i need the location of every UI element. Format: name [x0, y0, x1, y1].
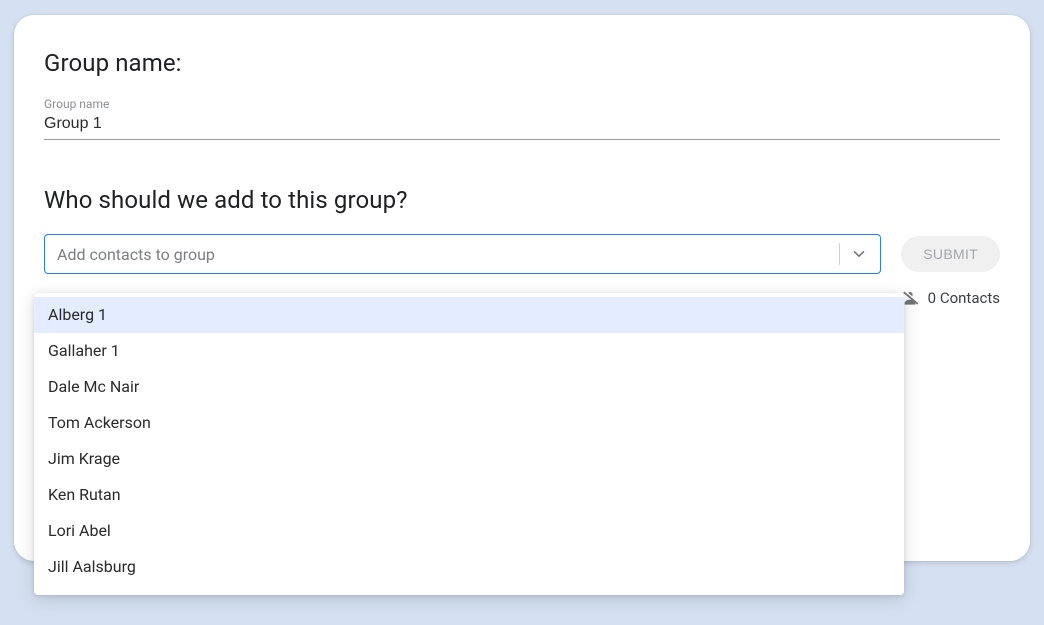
dropdown-option[interactable]: Sherry Ackerman [34, 585, 904, 595]
dropdown-option[interactable]: Dale Mc Nair [34, 369, 904, 405]
chevron-down-icon[interactable] [850, 245, 868, 263]
contacts-select-placeholder: Add contacts to group [57, 245, 835, 264]
submit-button[interactable]: SUBMIT [901, 236, 1000, 272]
select-divider [839, 243, 840, 265]
contacts-count: 0 Contacts [928, 289, 1000, 307]
dropdown-option[interactable]: Jim Krage [34, 441, 904, 477]
dropdown-option[interactable]: Tom Ackerson [34, 405, 904, 441]
select-row: Add contacts to group SUBMIT [44, 234, 1000, 274]
dropdown-option[interactable]: Lori Abel [34, 513, 904, 549]
contacts-dropdown-list[interactable]: Alberg 1Gallaher 1Dale Mc NairTom Ackers… [34, 293, 904, 595]
dropdown-option[interactable]: Alberg 1 [34, 297, 904, 333]
add-contacts-heading: Who should we add to this group? [44, 186, 1000, 214]
stage: Group name: Group name Who should we add… [0, 0, 1044, 625]
group-name-input[interactable] [44, 101, 1000, 140]
dropdown-option[interactable]: Jill Aalsburg [34, 549, 904, 585]
contacts-dropdown: Alberg 1Gallaher 1Dale Mc NairTom Ackers… [34, 293, 904, 595]
dropdown-option[interactable]: Ken Rutan [34, 477, 904, 513]
group-name-label: Group name [44, 97, 109, 111]
dropdown-option[interactable]: Gallaher 1 [34, 333, 904, 369]
contacts-select[interactable]: Add contacts to group [44, 234, 881, 274]
group-name-heading: Group name: [44, 49, 1000, 77]
group-name-field: Group name [44, 101, 1000, 140]
